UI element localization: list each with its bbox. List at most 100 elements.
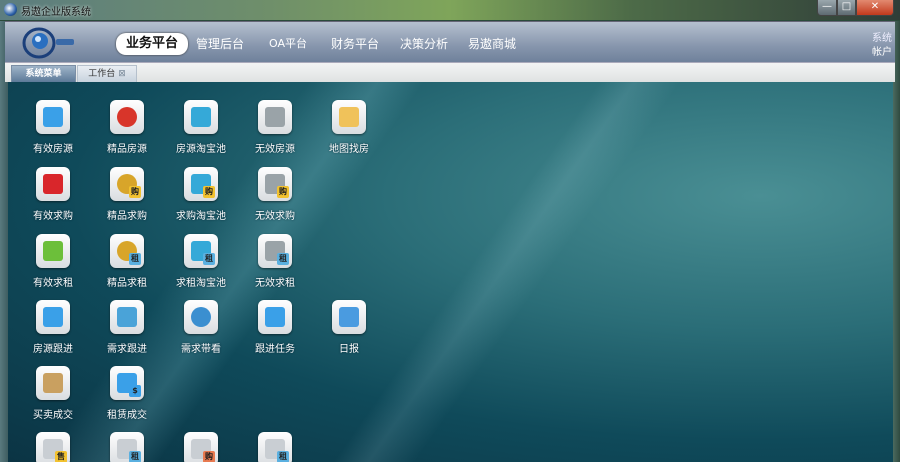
desktop-shortcut[interactable]: 租无效求租 <box>238 234 312 289</box>
nav-tab-finance[interactable]: 财务平台 <box>331 34 379 54</box>
desktop-shortcut[interactable]: 租 <box>238 432 312 462</box>
map-pin-icon <box>332 100 366 134</box>
desktop-shortcut[interactable]: 购精品求购 <box>90 167 164 222</box>
basket-icon: 购 <box>184 167 218 201</box>
icon-badge: 租 <box>277 451 289 462</box>
shortcut-label: 无效房源 <box>255 144 295 155</box>
desktop-shortcut[interactable]: 有效房源 <box>16 100 90 155</box>
nav-tab-mall[interactable]: 易遨商城 <box>468 34 516 54</box>
desktop-shortcut[interactable]: 地图找房 <box>312 100 386 155</box>
window-title: 易遨企业版系统 <box>21 7 91 18</box>
tab-bar: 系统菜单 工作台 ⊠ <box>5 62 895 83</box>
desktop-shortcut[interactable]: 需求带看 <box>164 300 238 355</box>
desktop-shortcut[interactable]: $ 租赁成交 <box>90 366 164 421</box>
minimize-button[interactable]: — <box>817 0 837 16</box>
shortcut-label: 有效求租 <box>33 278 73 289</box>
icon-badge: 租 <box>203 253 215 265</box>
desktop-shortcut[interactable]: 房源跟进 <box>16 300 90 355</box>
user-icon <box>184 300 218 334</box>
desktop-shortcut[interactable]: 买卖成交 <box>16 366 90 421</box>
shortcut-label: 日报 <box>339 344 359 355</box>
desktop-shortcut[interactable]: 租求租淘宝池 <box>164 234 238 289</box>
desktop-shortcut[interactable]: 房源淘宝池 <box>164 100 238 155</box>
sale-tag-icon <box>36 167 70 201</box>
shortcut-label: 房源跟进 <box>33 344 73 355</box>
ribbon-badge-icon: 购 <box>110 167 144 201</box>
trash-icon: 租 <box>258 234 292 268</box>
brand-logo-icon <box>22 27 74 59</box>
icon-glyph <box>43 174 63 194</box>
nav-tab-business-platform[interactable]: 业务平台 <box>116 33 189 55</box>
desktop-shortcut[interactable]: 日报 <box>312 300 386 355</box>
tab-system-menu[interactable]: 系统菜单 <box>11 65 76 83</box>
nav-tab-oa[interactable]: OA平台 <box>269 34 307 54</box>
icon-badge: 购 <box>129 186 141 198</box>
contract-coins-icon <box>36 366 70 400</box>
desktop-shortcut[interactable]: 租精品求租 <box>90 234 164 289</box>
icon-glyph <box>43 307 63 327</box>
desktop-shortcut[interactable]: 购无效求购 <box>238 167 312 222</box>
new-tag-icon <box>36 234 70 268</box>
desktop-shortcut[interactable]: 售 <box>16 432 90 462</box>
top-nav-bar: 业务平台 管理后台 OA平台 财务平台 决策分析 易遨商城 系统 帐户 <box>5 21 895 62</box>
shortcut-label: 需求带看 <box>181 344 221 355</box>
basket-icon: 租 <box>184 234 218 268</box>
icon-glyph <box>117 107 137 127</box>
window-rent-icon: 租 <box>110 432 144 462</box>
icon-badge: 购 <box>203 186 215 198</box>
icon-badge: 租 <box>129 451 141 462</box>
icon-glyph <box>339 107 359 127</box>
account-link[interactable]: 帐户 <box>872 43 892 58</box>
window-buy-icon: 购 <box>184 432 218 462</box>
shortcut-label: 有效求购 <box>33 211 73 222</box>
shortcut-label: 买卖成交 <box>33 410 73 421</box>
trash-icon: 购 <box>258 167 292 201</box>
shortcut-label: 需求跟进 <box>107 344 147 355</box>
house-icon <box>36 100 70 134</box>
desktop-shortcut[interactable]: 有效求购 <box>16 167 90 222</box>
basket-icon <box>184 100 218 134</box>
desktop-shortcut[interactable]: 需求跟进 <box>90 300 164 355</box>
desktop-shortcut[interactable]: 租 <box>90 432 164 462</box>
desktop-shortcut[interactable]: 购 <box>164 432 238 462</box>
icon-glyph <box>339 307 359 327</box>
document-dollar-icon: $ <box>110 366 144 400</box>
folder-bank-icon <box>36 300 70 334</box>
close-button[interactable]: ✕ <box>856 0 894 16</box>
window-border <box>893 21 900 462</box>
icon-glyph <box>43 373 63 393</box>
shortcut-label: 精品房源 <box>107 144 147 155</box>
window-rent-icon: 租 <box>258 432 292 462</box>
icon-glyph <box>117 307 137 327</box>
shortcut-label: 求购淘宝池 <box>176 211 226 222</box>
shortcut-label: 无效求租 <box>255 278 295 289</box>
desktop-area: 有效房源 精品房源 房源淘宝池 无效房源 地图找房 有效求购购精品求购购求购淘宝池购无效求… <box>8 82 893 462</box>
maximize-button[interactable]: □ <box>837 0 856 16</box>
system-link[interactable]: 系统 <box>872 29 892 44</box>
icon-glyph <box>265 107 285 127</box>
window-titlebar[interactable]: 易遨企业版系统 — □ ✕ <box>0 0 900 20</box>
desktop-shortcut[interactable]: 购求购淘宝池 <box>164 167 238 222</box>
ribbon-badge-icon <box>110 100 144 134</box>
close-tab-icon[interactable]: ⊠ <box>118 69 126 79</box>
icon-badge: 租 <box>129 253 141 265</box>
folder-bank-icon <box>258 300 292 334</box>
desktop-shortcut[interactable]: 精品房源 <box>90 100 164 155</box>
shortcut-label: 房源淘宝池 <box>176 144 226 155</box>
tab-label: 工作台 <box>88 69 116 79</box>
calendar-icon <box>332 300 366 334</box>
icon-badge: $ <box>129 385 141 397</box>
window-sale-icon: 售 <box>36 432 70 462</box>
trash-icon <box>258 100 292 134</box>
nav-tab-admin[interactable]: 管理后台 <box>196 34 244 54</box>
desktop-shortcut[interactable]: 跟进任务 <box>238 300 312 355</box>
tab-workbench[interactable]: 工作台 ⊠ <box>77 65 137 83</box>
icon-badge: 租 <box>277 253 289 265</box>
icon-glyph <box>191 107 211 127</box>
icon-glyph <box>43 241 63 261</box>
desktop-shortcut[interactable]: 有效求租 <box>16 234 90 289</box>
window-border <box>0 21 8 462</box>
desktop-shortcut[interactable]: 无效房源 <box>238 100 312 155</box>
shortcut-label: 地图找房 <box>329 144 369 155</box>
nav-tab-analysis[interactable]: 决策分析 <box>400 34 448 54</box>
